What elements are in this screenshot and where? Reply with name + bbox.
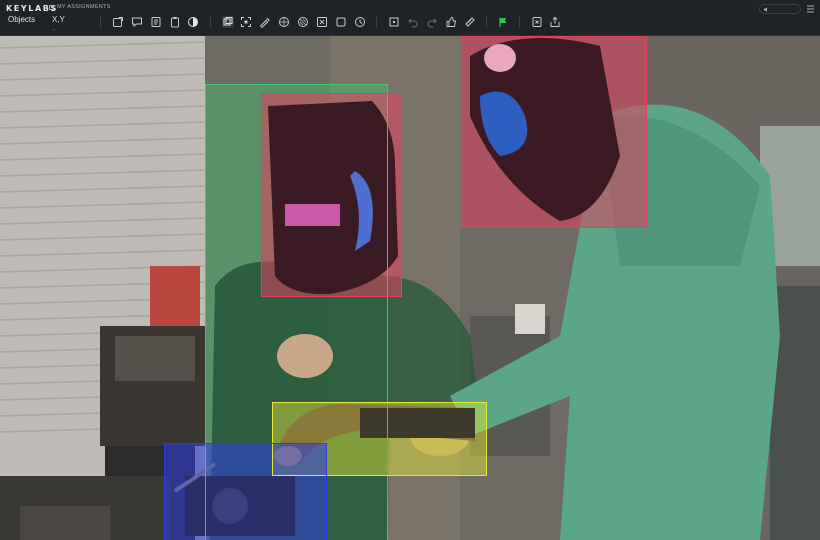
paint-icon[interactable] [259,16,271,28]
timer-icon[interactable] [354,16,366,28]
flag-icon[interactable] [497,16,509,28]
box-select-icon[interactable] [388,16,400,28]
image-adjust-icon[interactable] [316,16,328,28]
more-menu-icon[interactable] [807,5,814,13]
top-toolbar: KEYLABS MY ASSIGNMENTS Objects X,Y - [0,0,820,36]
new-label-icon[interactable] [112,16,124,28]
redo-icon[interactable] [426,16,438,28]
window-controls [759,4,814,14]
toolbar-divider [210,16,211,28]
sound-toggle[interactable] [759,4,801,14]
my-assignments-link[interactable]: MY ASSIGNMENTS [49,4,111,10]
export-icon[interactable] [549,16,561,28]
expand-icon[interactable] [240,16,252,28]
my-assignments-label: MY ASSIGNMENTS [57,4,111,10]
square-icon[interactable] [335,16,347,28]
contrast-icon[interactable] [187,16,199,28]
clipboard-icon[interactable] [169,16,181,28]
toolbar-divider [486,16,487,28]
annotation-canvas[interactable] [0,36,820,540]
grid-icon[interactable] [278,16,290,28]
sound-icon [763,6,767,12]
toolbar-divider [100,16,101,28]
helmet-left-bbox[interactable] [261,93,402,297]
list-icon[interactable] [150,16,162,28]
toolbar-divider [376,16,377,28]
tab-objects[interactable]: Objects [8,15,35,24]
like-icon[interactable] [445,16,457,28]
tab-xy-value: - [53,27,55,33]
undo-icon[interactable] [407,16,419,28]
toolbar-divider [519,16,520,28]
bench-vise-bbox[interactable] [164,443,327,540]
helmet-right-bbox[interactable] [461,36,647,228]
pattern-icon[interactable] [297,16,309,28]
tab-xy[interactable]: X,Y [52,15,65,24]
layers-icon[interactable] [222,16,234,28]
ruler-icon[interactable] [464,16,476,28]
comment-icon[interactable] [131,16,143,28]
clear-icon[interactable] [531,16,543,28]
assignments-icon [49,4,54,10]
